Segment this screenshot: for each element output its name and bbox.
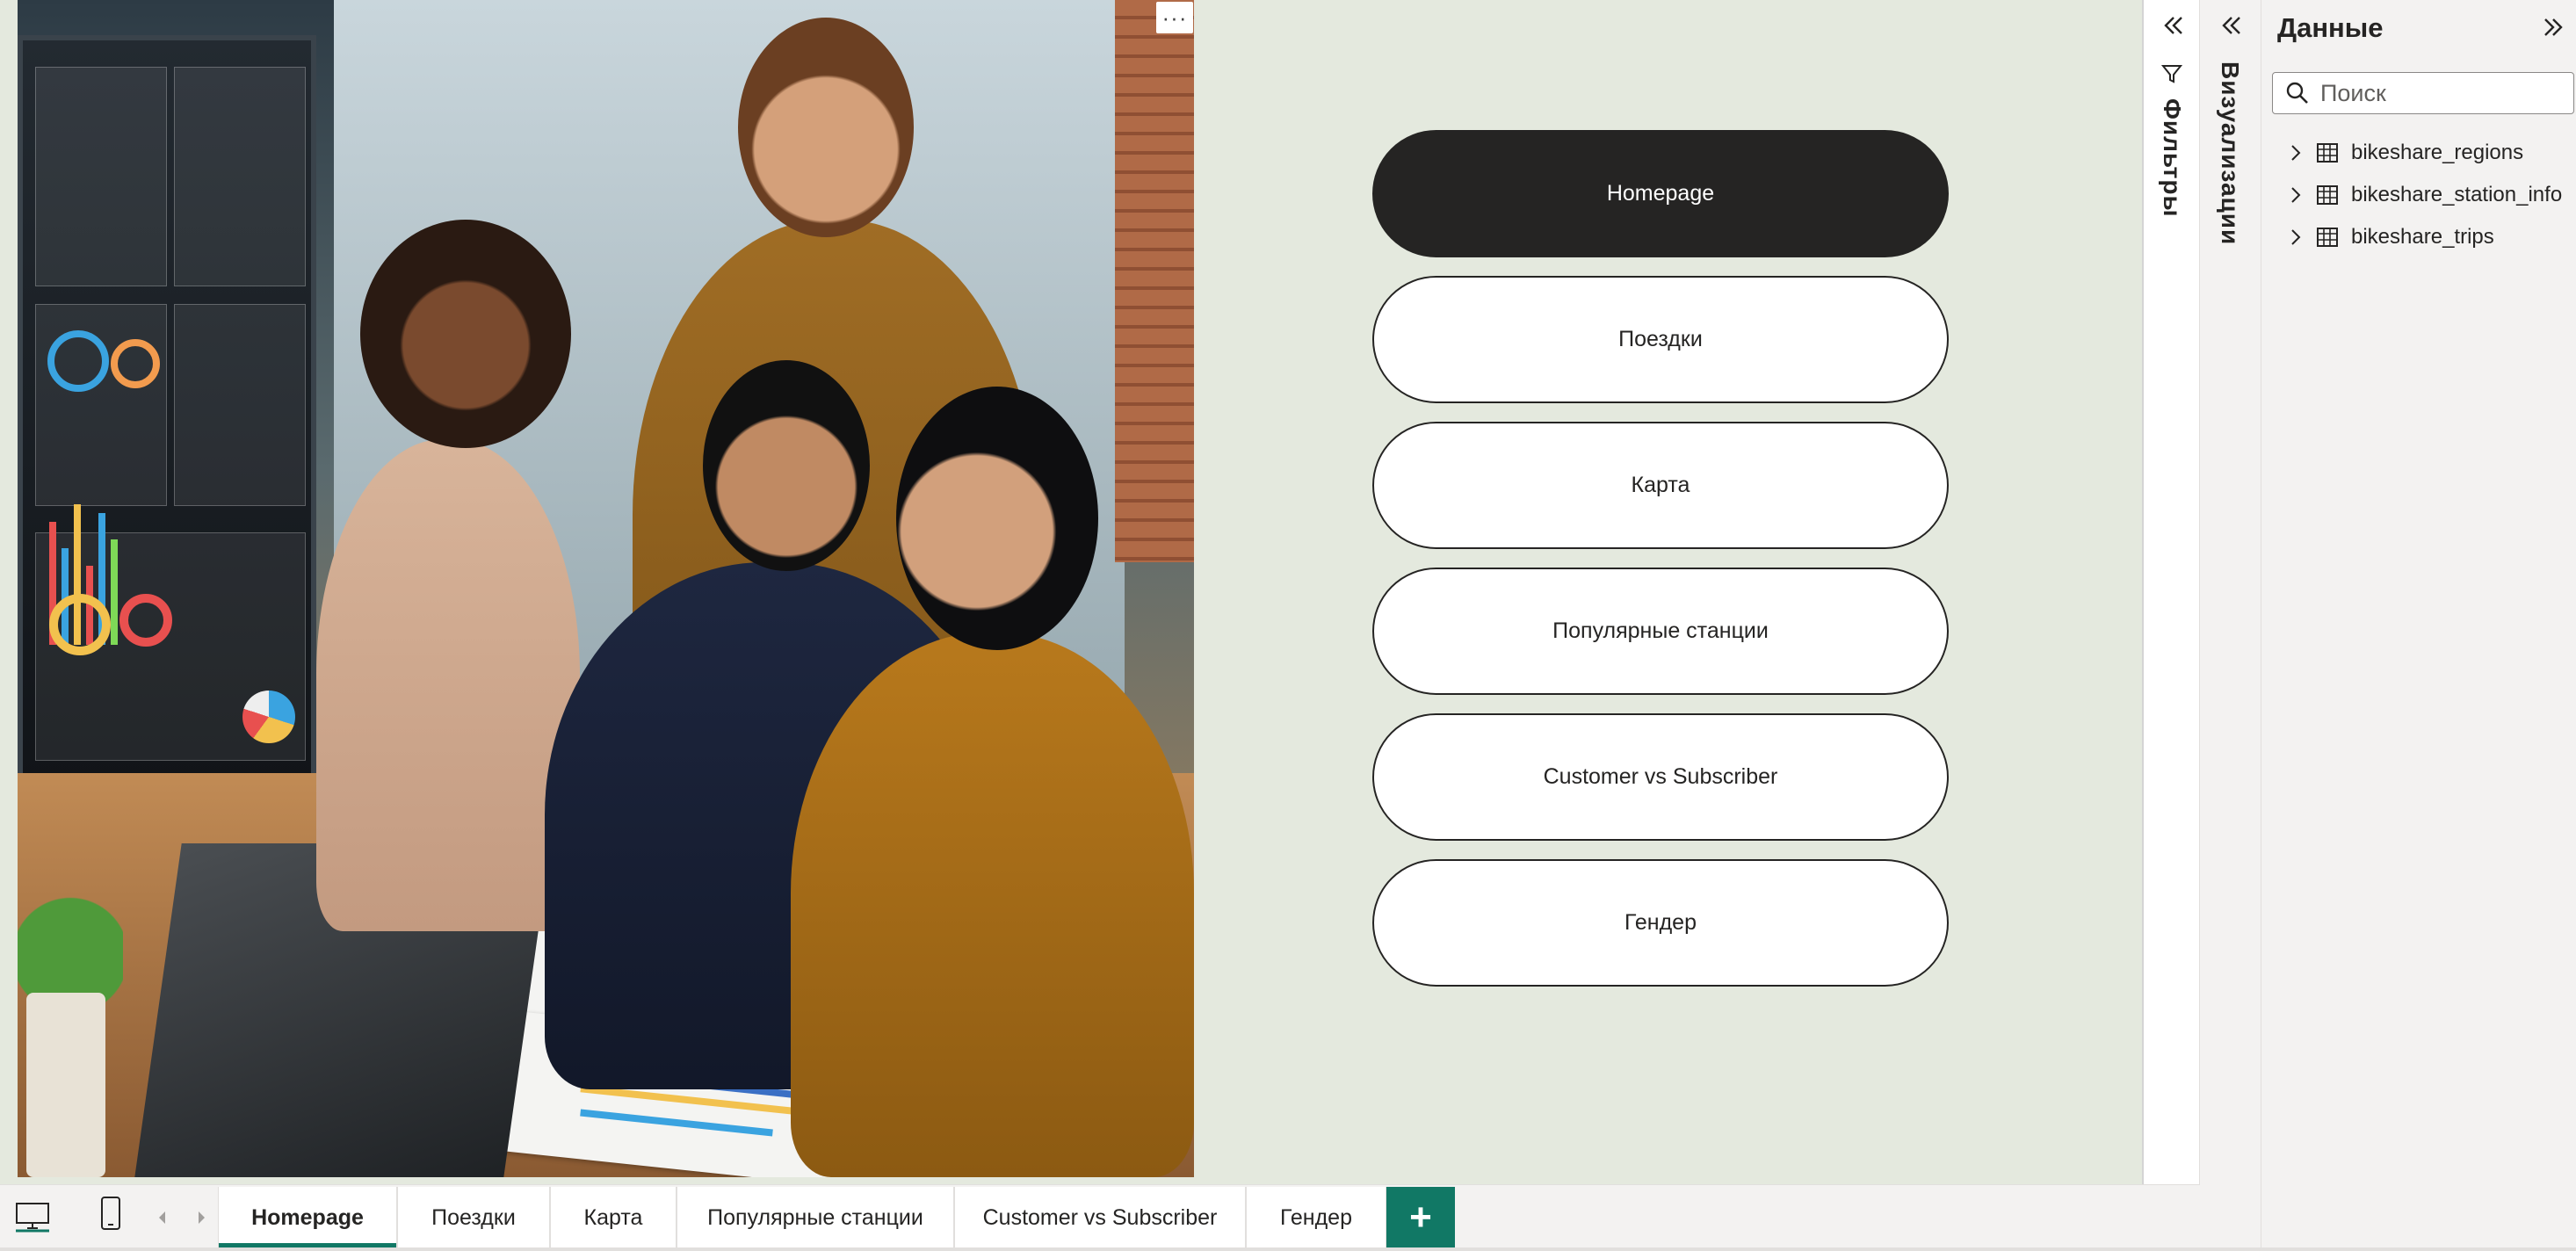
data-table-bikeshare-trips[interactable]: bikeshare_trips (2286, 220, 2494, 255)
data-table-bikeshare-station-info[interactable]: bikeshare_station_info (2286, 177, 2562, 213)
tab-customer-vs-subscriber[interactable]: Customer vs Subscriber (954, 1187, 1246, 1248)
desktop-view-icon[interactable] (14, 1201, 51, 1233)
woman-right (791, 633, 1194, 1177)
nav-button-customer-vs-subscriber[interactable]: Customer vs Subscriber (1372, 713, 1949, 841)
tab-popular-stations[interactable]: Популярные станции (677, 1187, 954, 1248)
nav-button-label: Поездки (1618, 327, 1703, 351)
filters-pane: Фильтры (2142, 0, 2200, 1184)
data-pane: Данные bikeshare_regions bikeshare_stati… (2261, 0, 2576, 1251)
tab-map[interactable]: Карта (550, 1187, 677, 1248)
table-icon (2317, 143, 2338, 163)
nav-button-map[interactable]: Карта (1372, 422, 1949, 549)
collapse-left-icon[interactable] (2160, 12, 2186, 39)
table-name: bikeshare_station_info (2351, 183, 2563, 206)
dashboard-monitor (18, 35, 316, 791)
plus-icon: + (1409, 1196, 1432, 1239)
expand-right-icon[interactable] (2541, 14, 2567, 40)
nav-button-popular-stations[interactable]: Популярные станции (1372, 568, 1949, 695)
page-tabs-bar: Homepage Поездки Карта Популярные станци… (0, 1184, 2200, 1251)
nav-button-label: Homepage (1606, 181, 1715, 206)
powerbi-report-window: ··· Homepage Поездки Карта Популярные ст… (0, 0, 2576, 1251)
nav-button-label: Гендер (1624, 910, 1697, 935)
nav-button-label: Customer vs Subscriber (1543, 764, 1778, 789)
window-bottom-border (0, 1247, 2576, 1251)
chevron-right-icon[interactable] (2286, 228, 2305, 247)
woman-left (316, 439, 580, 931)
table-icon (2317, 185, 2338, 205)
chevron-right-icon[interactable] (2286, 143, 2305, 163)
nav-button-label: Популярные станции (1552, 618, 1769, 643)
brick-wall (1115, 0, 1194, 562)
data-search-box[interactable] (2272, 72, 2574, 114)
tab-trips[interactable]: Поездки (397, 1187, 550, 1248)
filter-icon (2160, 65, 2183, 83)
table-name: bikeshare_trips (2351, 225, 2494, 249)
nav-button-label: Карта (1631, 473, 1690, 497)
collapse-left-icon[interactable] (2218, 12, 2244, 39)
tab-label: Customer vs Subscriber (982, 1204, 1218, 1230)
data-search-input[interactable] (2320, 79, 2566, 107)
tab-label: Карта (583, 1204, 643, 1230)
tab-label: Популярные станции (707, 1204, 923, 1230)
chevron-right-icon[interactable] (2286, 185, 2305, 205)
filters-label[interactable]: Фильтры (2158, 98, 2186, 217)
prev-page-icon[interactable] (155, 1208, 170, 1227)
nav-button-homepage[interactable]: Homepage (1372, 130, 1949, 257)
nav-button-trips[interactable]: Поездки (1372, 276, 1949, 403)
tab-label: Поездки (431, 1204, 516, 1230)
data-table-bikeshare-regions[interactable]: bikeshare_regions (2286, 135, 2523, 170)
tab-homepage[interactable]: Homepage (218, 1187, 397, 1248)
mobile-view-icon[interactable] (98, 1196, 123, 1231)
report-canvas: ··· Homepage Поездки Карта Популярные ст… (0, 0, 2142, 1184)
tab-label: Гендер (1280, 1204, 1352, 1230)
data-pane-title: Данные (2277, 12, 2384, 43)
add-page-button[interactable]: + (1386, 1187, 1455, 1248)
team-analytics-photo[interactable] (18, 0, 1194, 1177)
next-page-icon[interactable] (193, 1208, 209, 1227)
table-name: bikeshare_regions (2351, 141, 2524, 164)
search-icon (2286, 82, 2308, 104)
visualizations-label[interactable]: Визуализации (2216, 61, 2244, 245)
tab-label: Homepage (251, 1204, 364, 1230)
more-options-icon: ··· (1161, 4, 1188, 31)
nav-button-gender[interactable]: Гендер (1372, 859, 1949, 987)
table-icon (2317, 228, 2338, 247)
visualizations-pane: Визуализации (2200, 0, 2261, 1251)
visual-more-options-button[interactable]: ··· (1156, 2, 1193, 33)
tab-gender[interactable]: Гендер (1246, 1187, 1386, 1248)
